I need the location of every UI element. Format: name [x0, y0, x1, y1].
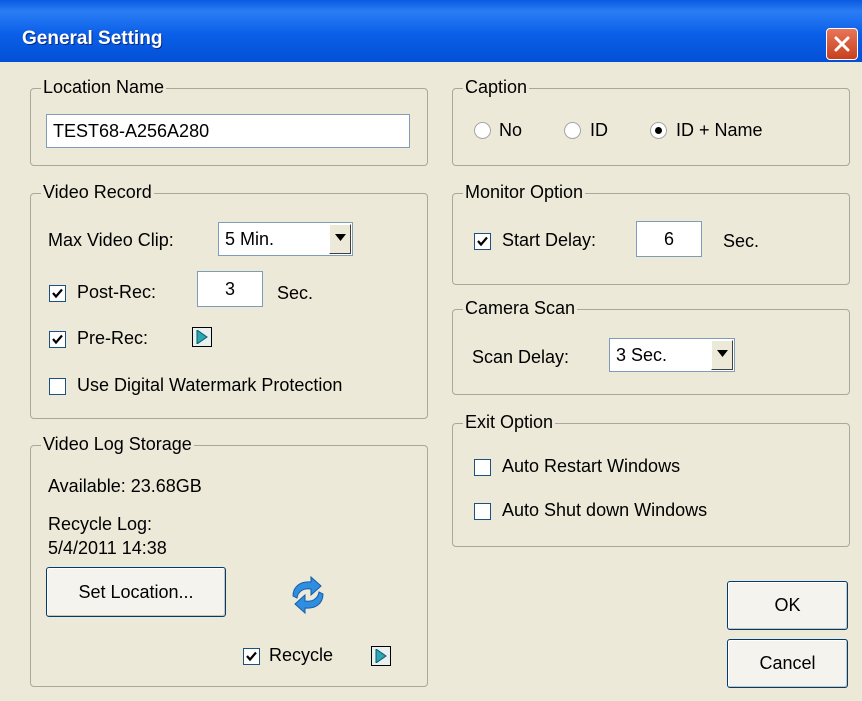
play-arrow-icon	[375, 649, 387, 663]
max-video-clip-dropdown-button[interactable]	[329, 224, 351, 254]
check-icon	[52, 334, 63, 345]
title-bar: General Setting	[0, 0, 862, 62]
start-delay-value: 6	[663, 228, 674, 249]
recycle-checkbox[interactable]	[243, 648, 260, 665]
available-space-text: Available: 23.68GB	[48, 476, 202, 496]
recycle-log-label: Recycle Log:	[48, 514, 153, 534]
start-delay-label: Start Delay:	[502, 230, 597, 250]
caption-legend: Caption	[463, 77, 530, 98]
caption-id-name-radio[interactable]	[650, 122, 667, 139]
max-video-clip-value: 5 Min.	[225, 228, 275, 249]
post-rec-value: 3	[224, 278, 235, 299]
post-rec-checkbox[interactable]	[49, 285, 66, 302]
post-rec-input[interactable]: 3	[197, 271, 263, 307]
caption-id-radio[interactable]	[564, 122, 581, 139]
post-rec-label: Post-Rec:	[77, 282, 157, 302]
scan-delay-label: Scan Delay:	[472, 347, 570, 367]
refresh-icon	[292, 575, 324, 615]
start-delay-input[interactable]: 6	[636, 221, 702, 257]
auto-shutdown-checkbox[interactable]	[474, 503, 491, 520]
start-delay-unit: Sec.	[723, 231, 760, 251]
caption-no-label: No	[499, 120, 523, 140]
recycle-label: Recycle	[269, 645, 334, 665]
scan-delay-value: 3 Sec.	[616, 344, 668, 365]
monitor-option-legend: Monitor Option	[463, 182, 586, 203]
check-icon	[477, 236, 488, 247]
chevron-down-icon	[717, 350, 728, 357]
auto-shutdown-label: Auto Shut down Windows	[502, 500, 708, 520]
set-location-label: Set Location...	[78, 581, 194, 602]
location-name-input[interactable]: TEST68-A256A280	[46, 114, 410, 148]
recycle-log-date: 5/4/2011 14:38	[48, 538, 167, 558]
auto-restart-label: Auto Restart Windows	[502, 456, 681, 476]
caption-group: Caption No ID ID + Name	[452, 77, 850, 166]
camera-scan-legend: Camera Scan	[463, 298, 578, 319]
scan-delay-select[interactable]: 3 Sec.	[609, 338, 735, 372]
pre-rec-checkbox[interactable]	[49, 331, 66, 348]
caption-no-radio[interactable]	[474, 122, 491, 139]
cancel-button[interactable]: Cancel	[727, 639, 848, 688]
ok-label: OK	[774, 595, 801, 615]
exit-option-group: Exit Option Auto Restart Windows Auto Sh…	[452, 412, 850, 547]
watermark-checkbox[interactable]	[49, 378, 66, 395]
check-icon	[52, 288, 63, 299]
video-record-group: Video Record Max Video Clip: 5 Min. Post…	[30, 182, 428, 419]
close-button[interactable]	[826, 28, 858, 60]
start-delay-checkbox[interactable]	[474, 233, 491, 250]
video-log-storage-legend: Video Log Storage	[41, 434, 194, 455]
exit-option-legend: Exit Option	[463, 412, 556, 433]
window-title: General Setting	[22, 28, 163, 49]
video-log-storage-group: Video Log Storage Available: 23.68GB Rec…	[30, 434, 428, 687]
check-icon	[246, 651, 257, 662]
pre-rec-label: Pre-Rec:	[77, 328, 149, 348]
cancel-label: Cancel	[759, 653, 816, 673]
close-icon	[834, 36, 850, 52]
location-name-legend: Location Name	[41, 77, 167, 98]
play-arrow-icon	[196, 330, 208, 344]
location-name-group: Location Name TEST68-A256A280	[30, 77, 428, 166]
post-rec-unit: Sec.	[277, 283, 314, 303]
max-video-clip-select[interactable]: 5 Min.	[218, 222, 353, 256]
monitor-option-group: Monitor Option Start Delay: 6 Sec.	[452, 182, 850, 285]
set-location-button[interactable]: Set Location...	[46, 567, 226, 617]
camera-scan-group: Camera Scan Scan Delay: 3 Sec.	[452, 298, 850, 395]
max-video-clip-label: Max Video Clip:	[48, 230, 174, 250]
watermark-label: Use Digital Watermark Protection	[77, 375, 343, 395]
auto-restart-checkbox[interactable]	[474, 459, 491, 476]
chevron-down-icon	[335, 234, 346, 241]
caption-id-name-label: ID + Name	[676, 120, 763, 140]
video-record-legend: Video Record	[41, 182, 154, 203]
pre-rec-expand-button[interactable]	[192, 327, 212, 347]
recycle-expand-button[interactable]	[371, 646, 391, 666]
ok-button[interactable]: OK	[727, 581, 848, 630]
location-name-value: TEST68-A256A280	[53, 120, 210, 141]
caption-id-label: ID	[590, 120, 608, 140]
scan-delay-dropdown-button[interactable]	[711, 340, 733, 370]
